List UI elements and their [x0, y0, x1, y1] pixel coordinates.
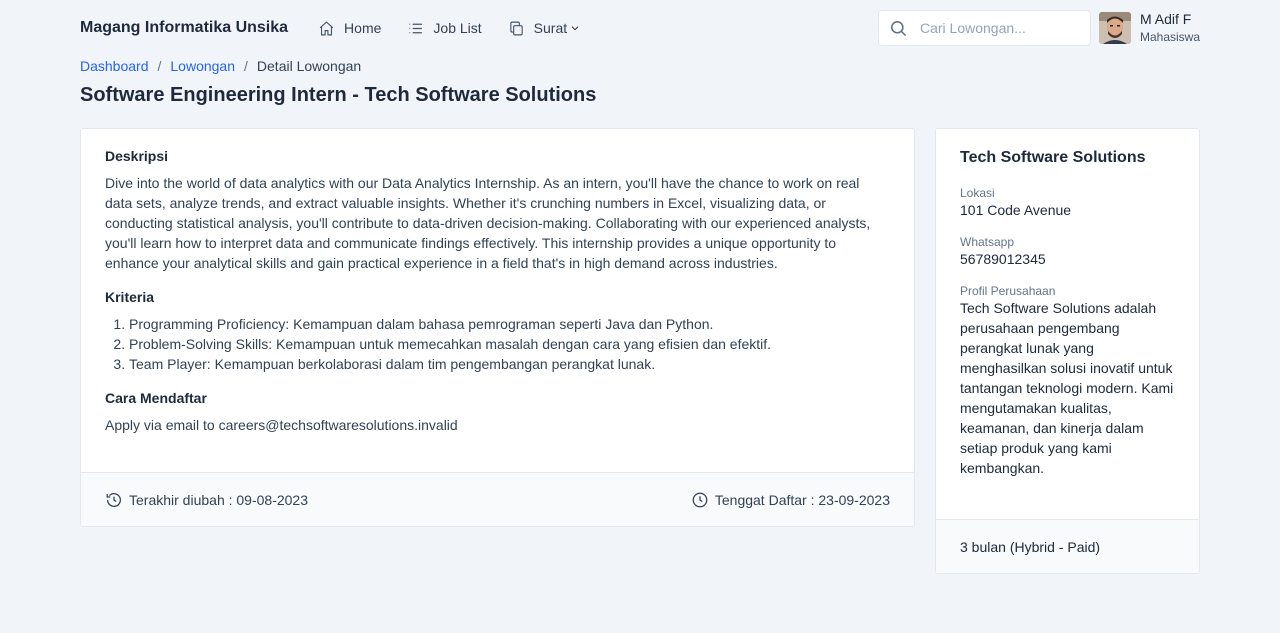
criteria-title: Kriteria — [105, 289, 155, 305]
nav-surat-label: Surat — [533, 20, 568, 36]
breadcrumb-dashboard[interactable]: Dashboard — [80, 58, 149, 74]
last-updated: Terakhir diubah : 09-08-2023 — [105, 491, 308, 509]
description-section: Deskripsi Dive into the world of data an… — [105, 148, 890, 273]
description-title: Deskripsi — [105, 148, 169, 164]
top-navbar: Magang Informatika Unsika Home Job List … — [80, 8, 1200, 48]
whatsapp-label: Whatsapp — [960, 235, 1015, 249]
profile-value: Tech Software Solutions adalah perusahaa… — [960, 300, 1174, 476]
search-icon — [890, 20, 907, 36]
breadcrumb-current: Detail Lowongan — [256, 58, 362, 74]
job-detail-footer: Terakhir diubah : 09-08-2023 Tenggat Daf… — [81, 472, 914, 526]
list-item: Team Player: Kemampuan berkolaborasi dal… — [129, 354, 890, 374]
criteria-section: Kriteria Programming Proficiency: Kemamp… — [105, 289, 890, 374]
avatar-photo-icon — [1098, 12, 1131, 44]
clock-icon — [692, 492, 708, 507]
duration-text: 3 bulan (Hybrid - Paid) — [960, 538, 1101, 555]
deadline: Tenggat Daftar : 23-09-2023 — [691, 491, 890, 509]
deadline-text: Tenggat Daftar : 23-09-2023 — [714, 491, 890, 508]
list-item: Programming Proficiency: Kemampuan dalam… — [129, 314, 890, 334]
search-input[interactable] — [919, 20, 1080, 36]
copy-icon — [509, 21, 523, 35]
avatar[interactable] — [1098, 12, 1131, 44]
nav-home[interactable]: Home — [318, 20, 381, 37]
search-box[interactable] — [877, 10, 1091, 46]
whatsapp-value: 56789012345 — [960, 251, 1046, 267]
home-icon — [319, 20, 334, 35]
location-value: 101 Code Avenue — [960, 202, 1072, 218]
list-item: Problem-Solving Skills: Kemampuan untuk … — [129, 334, 890, 354]
user-name: M Adif F — [1139, 11, 1192, 28]
breadcrumb: Dashboard / Lowongan / Detail Lowongan — [80, 58, 361, 74]
breadcrumb-separator: / — [244, 58, 248, 74]
nav-job-list[interactable]: Job List — [407, 20, 482, 37]
brand-title[interactable]: Magang Informatika Unsika — [80, 19, 288, 37]
history-clock-icon — [106, 492, 121, 507]
user-menu[interactable]: M Adif F Mahasiswa — [1098, 11, 1200, 44]
company-name: Tech Software Solutions — [960, 149, 1146, 166]
description-text: Dive into the world of data analytics wi… — [105, 175, 871, 271]
breadcrumb-lowongan[interactable]: Lowongan — [170, 58, 235, 74]
breadcrumb-separator: / — [157, 58, 162, 74]
profile-label: Profil Perusahaan — [960, 284, 1056, 298]
last-updated-text: Terakhir diubah : 09-08-2023 — [129, 491, 309, 508]
page-title: Software Engineering Intern - Tech Softw… — [80, 84, 597, 106]
apply-title: Cara Mendaftar — [105, 390, 207, 406]
nav-job-list-label: Job List — [433, 20, 482, 36]
apply-text: Apply via email to careers@techsoftwares… — [105, 417, 458, 433]
criteria-list: Programming Proficiency: Kemampuan dalam… — [105, 314, 890, 374]
apply-section: Cara Mendaftar Apply via email to career… — [105, 390, 890, 435]
chevron-down-icon — [571, 26, 579, 31]
list-icon — [409, 23, 423, 33]
company-card: Tech Software Solutions Lokasi 101 Code … — [935, 128, 1200, 574]
job-detail-body: Deskripsi Dive into the world of data an… — [81, 129, 914, 435]
location-label: Lokasi — [960, 186, 995, 200]
nav-home-label: Home — [344, 20, 382, 36]
company-footer: 3 bulan (Hybrid - Paid) — [936, 519, 1199, 573]
job-detail-card: Deskripsi Dive into the world of data an… — [80, 128, 915, 527]
main-nav: Home Job List Surat — [318, 20, 606, 37]
user-info: M Adif F Mahasiswa — [1139, 11, 1200, 44]
user-role: Mahasiswa — [1139, 29, 1200, 44]
nav-surat-dropdown[interactable]: Surat — [508, 20, 580, 37]
company-body: Tech Software Solutions Lokasi 101 Code … — [936, 129, 1199, 478]
